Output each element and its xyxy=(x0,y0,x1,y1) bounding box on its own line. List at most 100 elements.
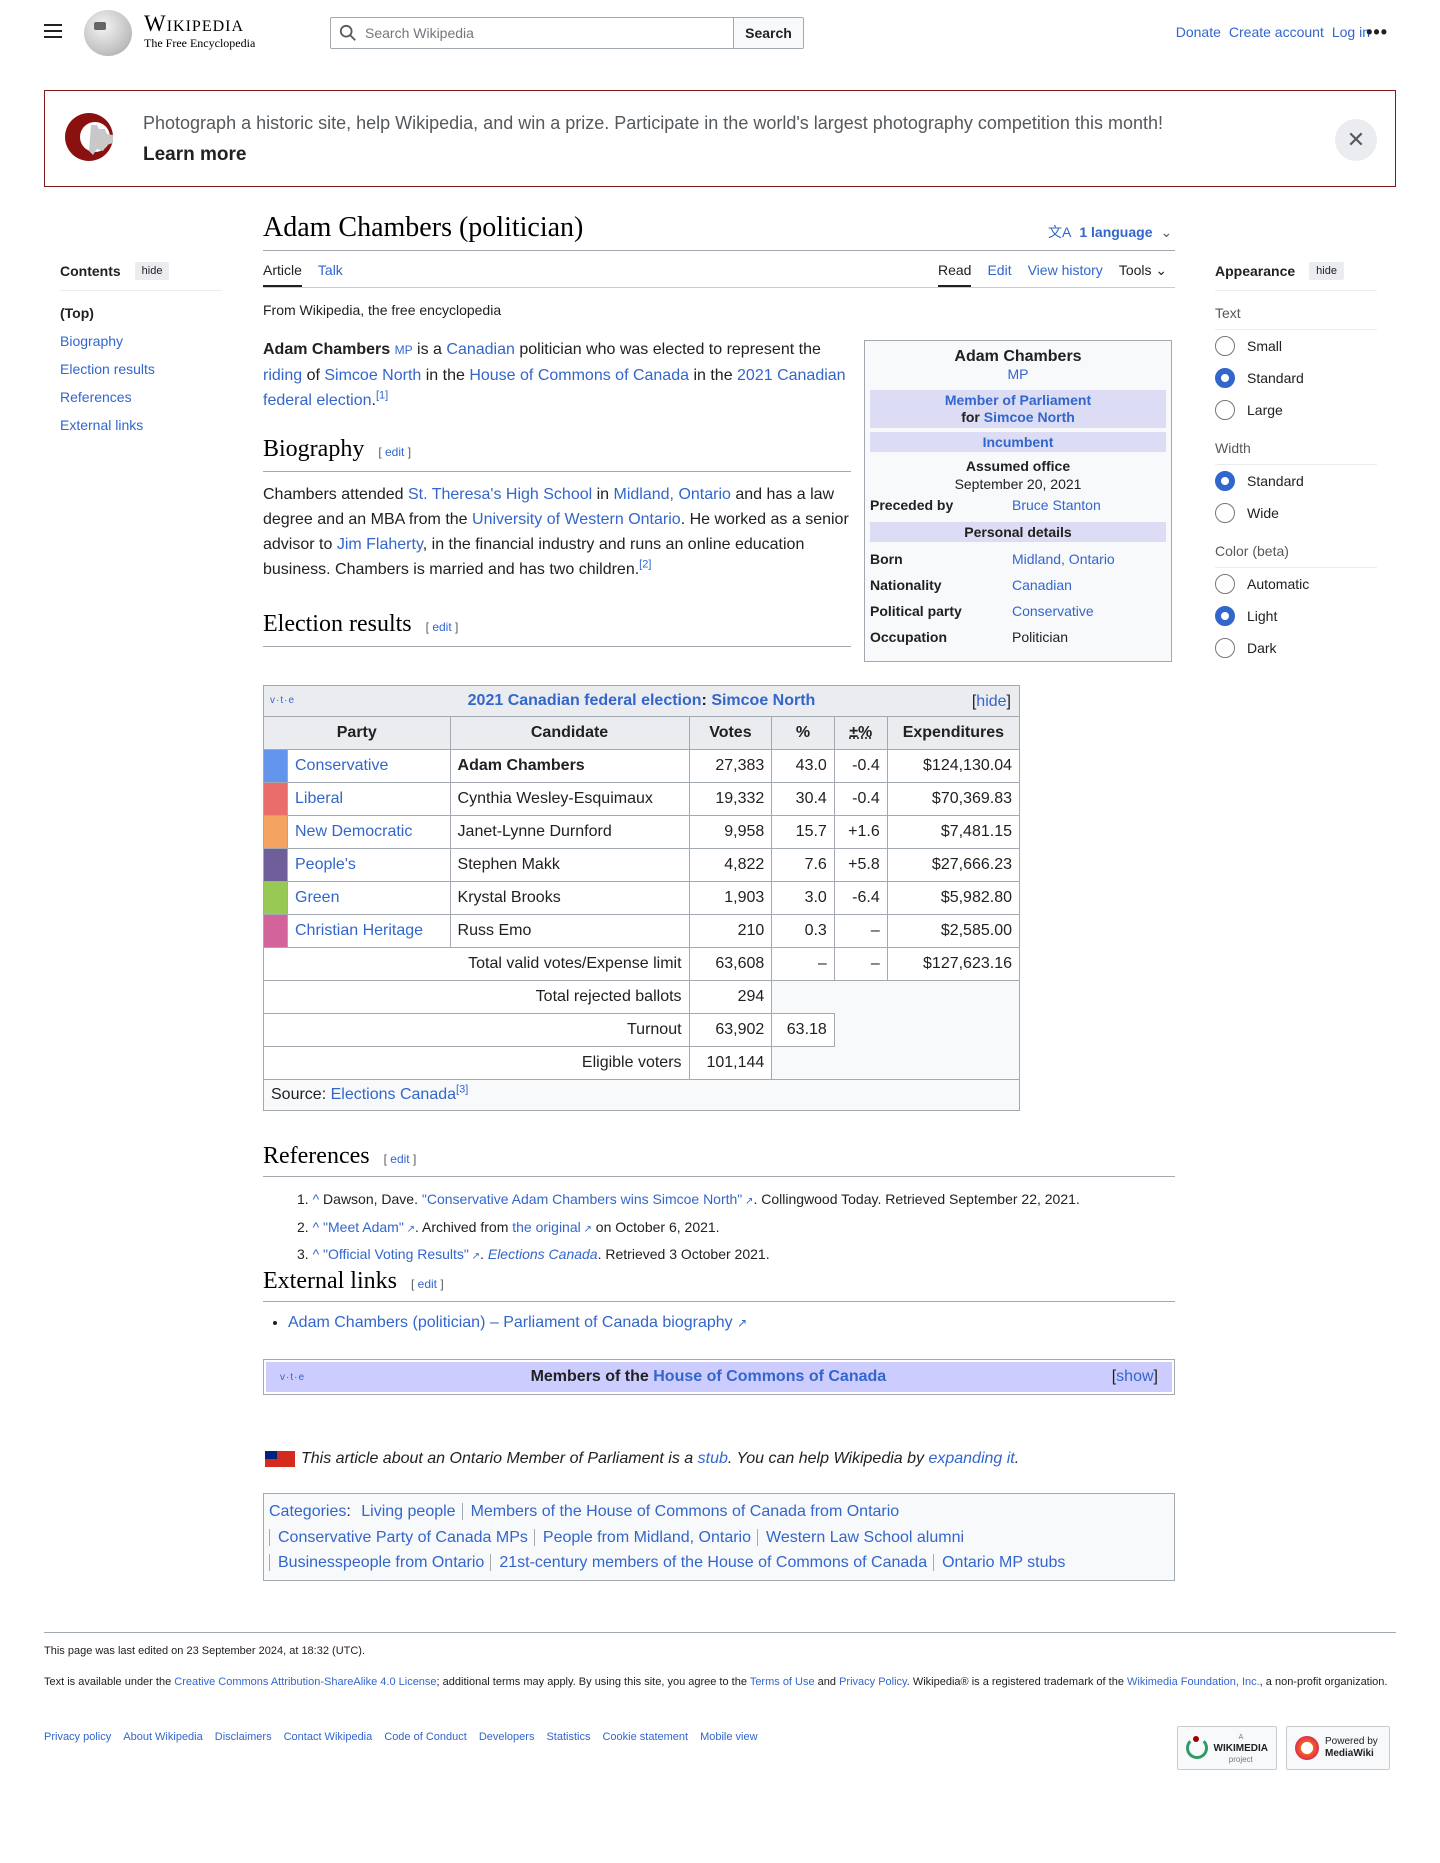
edit-references-link[interactable]: edit xyxy=(390,1152,409,1166)
table-hide-toggle[interactable]: hide xyxy=(976,693,1006,710)
radio-button[interactable] xyxy=(1215,400,1235,420)
riding-link[interactable]: riding xyxy=(263,367,302,384)
color-option-automatic[interactable]: Automatic xyxy=(1215,568,1377,600)
edit-biography-link[interactable]: edit xyxy=(385,445,404,459)
party-link[interactable]: Liberal xyxy=(295,790,343,807)
category-link[interactable]: 21st-century members of the House of Com… xyxy=(490,1554,928,1571)
category-link[interactable]: Businesspeople from Ontario xyxy=(269,1554,485,1571)
toc-item-election-results[interactable]: Election results xyxy=(60,359,222,387)
category-link[interactable]: People from Midland, Ontario xyxy=(533,1528,751,1546)
infobox-postnominal[interactable]: MP xyxy=(1008,366,1029,382)
log-in-link[interactable]: Log in xyxy=(1332,24,1370,40)
appearance-hide-button[interactable]: hide xyxy=(1309,262,1344,280)
footer-link-privacy-policy[interactable]: Privacy policy xyxy=(44,1731,111,1743)
learn-more-link[interactable]: Learn more xyxy=(143,144,246,166)
search-input[interactable]: Search Wikipedia xyxy=(331,18,733,48)
terms-link[interactable]: Terms of Use xyxy=(750,1676,815,1688)
category-link[interactable]: Western Law School alumni xyxy=(757,1528,965,1546)
midland-link[interactable]: Midland, Ontario xyxy=(614,486,731,503)
donate-link[interactable]: Donate xyxy=(1176,24,1221,40)
toc-item-biography[interactable]: Biography xyxy=(60,331,222,359)
category-link[interactable]: Members of the House of Commons of Canad… xyxy=(461,1503,900,1520)
elections-canada-link[interactable]: Elections Canada xyxy=(331,1086,456,1103)
text-size-option-standard[interactable]: Standard xyxy=(1215,362,1377,394)
color-option-dark[interactable]: Dark xyxy=(1215,632,1377,664)
radio-button[interactable] xyxy=(1215,606,1235,626)
vte-links[interactable]: v·t·e xyxy=(270,695,295,706)
radio-button[interactable] xyxy=(1215,574,1235,594)
tab-view-history[interactable]: View history xyxy=(1028,262,1103,287)
footer-link-developers[interactable]: Developers xyxy=(479,1731,535,1743)
toc-hide-button[interactable]: hide xyxy=(134,262,170,280)
citation-1[interactable]: [1] xyxy=(376,390,388,402)
toc-item-references[interactable]: References xyxy=(60,387,222,415)
archive-link[interactable]: the original xyxy=(512,1219,581,1235)
radio-button[interactable] xyxy=(1215,471,1235,491)
backlink-caret[interactable]: ^ xyxy=(313,1191,320,1207)
backlink-caret[interactable]: ^ xyxy=(313,1219,320,1235)
house-of-commons-link[interactable]: House of Commons of Canada xyxy=(469,367,689,384)
incumbent-link[interactable]: Incumbent xyxy=(983,434,1054,450)
hoc-navbox-link[interactable]: House of Commons of Canada xyxy=(653,1368,886,1385)
infobox-value[interactable]: Conservative xyxy=(1012,601,1094,621)
predecessor-link[interactable]: Bruce Stanton xyxy=(1012,495,1101,515)
footer-link-code-of-conduct[interactable]: Code of Conduct xyxy=(384,1731,467,1743)
toc-item-external-links[interactable]: External links xyxy=(60,415,222,443)
width-option-standard[interactable]: Standard xyxy=(1215,465,1377,497)
tab-talk[interactable]: Talk xyxy=(318,262,343,287)
close-banner-button[interactable]: ✕ xyxy=(1335,119,1377,161)
edit-external-link[interactable]: edit xyxy=(418,1277,437,1291)
party-link[interactable]: People's xyxy=(295,856,356,873)
stub-link[interactable]: stub xyxy=(698,1450,728,1467)
expand-link[interactable]: expanding it xyxy=(928,1450,1014,1467)
party-link[interactable]: Christian Heritage xyxy=(295,922,423,939)
radio-button[interactable] xyxy=(1215,336,1235,356)
powered-by-mediawiki-badge[interactable]: Powered by MediaWiki xyxy=(1286,1726,1390,1770)
category-link[interactable]: Conservative Party of Canada MPs xyxy=(269,1528,528,1546)
riding-caption-link[interactable]: Simcoe North xyxy=(711,692,815,709)
election-caption-link[interactable]: 2021 Canadian federal election xyxy=(468,692,702,709)
category-link[interactable]: Living people xyxy=(361,1503,455,1520)
citation-2[interactable]: [2] xyxy=(639,559,651,571)
tab-article[interactable]: Article xyxy=(263,262,302,287)
citation-3[interactable]: [3] xyxy=(456,1084,468,1096)
wikipedia-globe-logo[interactable] xyxy=(84,10,132,56)
reference-link[interactable]: "Official Voting Results" xyxy=(323,1246,469,1262)
reference-link[interactable]: "Meet Adam" xyxy=(323,1219,404,1235)
cc-license-link[interactable]: Creative Commons Attribution-ShareAlike … xyxy=(174,1676,436,1688)
simcoe-north-link[interactable]: Simcoe North xyxy=(324,367,421,384)
parliament-bio-link[interactable]: Adam Chambers (politician) – Parliament … xyxy=(288,1314,733,1331)
tab-read[interactable]: Read xyxy=(938,262,972,287)
tab-edit[interactable]: Edit xyxy=(987,262,1011,287)
footer-link-about-wikipedia[interactable]: About Wikipedia xyxy=(123,1731,203,1743)
radio-button[interactable] xyxy=(1215,503,1235,523)
category-link[interactable]: Ontario MP stubs xyxy=(933,1554,1066,1571)
main-menu-button[interactable] xyxy=(44,24,62,38)
footer-link-mobile-view[interactable]: Mobile view xyxy=(700,1731,757,1743)
text-size-option-large[interactable]: Large xyxy=(1215,394,1377,426)
text-size-option-small[interactable]: Small xyxy=(1215,330,1377,362)
office-link[interactable]: Member of Parliament xyxy=(945,392,1091,408)
categories-label[interactable]: Categories xyxy=(269,1503,346,1520)
color-option-light[interactable]: Light xyxy=(1215,600,1377,632)
publisher-link[interactable]: Elections Canada xyxy=(488,1246,598,1262)
party-link[interactable]: Green xyxy=(295,889,339,906)
navbox-show-toggle[interactable]: show xyxy=(1116,1368,1153,1385)
infobox-value[interactable]: Canadian xyxy=(1012,575,1072,595)
infobox-riding-link[interactable]: Simcoe North xyxy=(984,409,1075,425)
footer-link-disclaimers[interactable]: Disclaimers xyxy=(215,1731,272,1743)
infobox-value[interactable]: Midland, Ontario xyxy=(1012,549,1115,569)
wikipedia-wordmark[interactable]: Wikipedia The Free Encyclopedia xyxy=(144,12,255,51)
privacy-link[interactable]: Privacy Policy xyxy=(839,1676,907,1688)
wmf-link[interactable]: Wikimedia Foundation, Inc. xyxy=(1127,1676,1260,1688)
tools-menu[interactable]: Tools ⌄ xyxy=(1119,262,1167,287)
create-account-link[interactable]: Create account xyxy=(1229,24,1324,40)
wikimedia-project-badge[interactable]: A WIKIMEDIA project xyxy=(1177,1726,1277,1770)
footer-link-contact-wikipedia[interactable]: Contact Wikipedia xyxy=(284,1731,373,1743)
school-link[interactable]: St. Theresa's High School xyxy=(408,486,592,503)
search-button[interactable]: Search xyxy=(733,18,803,48)
uwo-link[interactable]: University of Western Ontario xyxy=(472,511,681,528)
party-link[interactable]: New Democratic xyxy=(295,823,412,840)
backlink-caret[interactable]: ^ xyxy=(313,1246,320,1262)
footer-link-statistics[interactable]: Statistics xyxy=(546,1731,590,1743)
